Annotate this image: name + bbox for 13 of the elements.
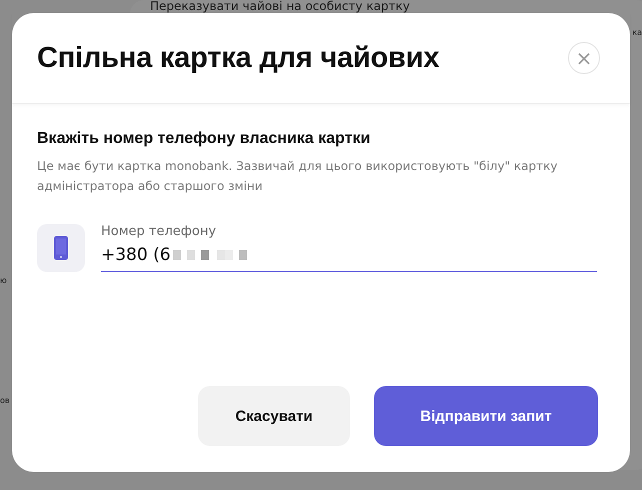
field-value: +380 (6 xyxy=(101,245,171,265)
subtitle: Вкажіть номер телефону власника картки xyxy=(37,130,372,148)
field-label: Номер телефону xyxy=(101,224,218,239)
background-text: ов xyxy=(0,396,10,406)
send-request-button[interactable]: Відправити запит xyxy=(374,386,598,446)
section-heading: Переказувати чайові на особисту картку xyxy=(150,0,410,12)
phone-field[interactable]: Номер телефону +380 (6 xyxy=(101,224,597,272)
phone-icon xyxy=(54,236,68,260)
dialog-title: Спільна картка для чайових xyxy=(37,42,440,74)
background-text: ю xyxy=(0,276,7,286)
cancel-button[interactable]: Скасувати xyxy=(198,386,350,446)
description: Це має бути картка monobank. Зазвичай для цього використовують "білу" картку адміністратора або старшого зміни xyxy=(37,158,558,195)
background-text: ка xyxy=(632,28,642,38)
